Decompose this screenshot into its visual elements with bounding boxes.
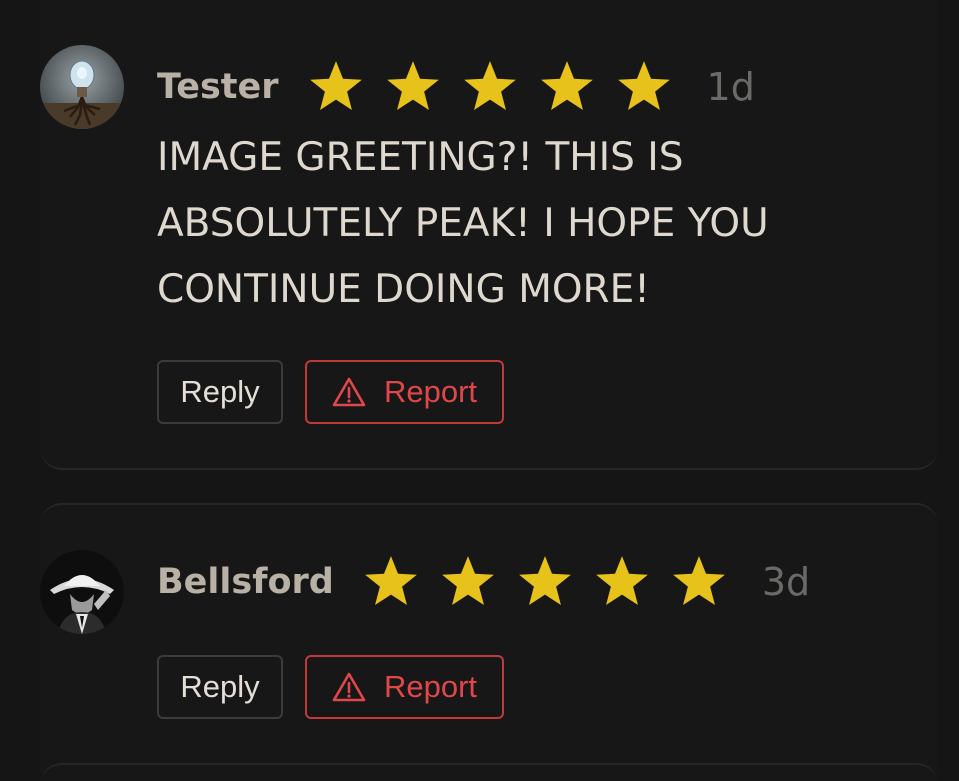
star-icon bbox=[461, 59, 519, 115]
star-icon bbox=[670, 554, 728, 610]
comment-card bbox=[40, 763, 938, 781]
report-button[interactable]: Report bbox=[305, 360, 504, 424]
star-icon bbox=[516, 554, 574, 610]
comment-actions: Reply Report bbox=[157, 655, 504, 719]
timestamp: 3d bbox=[761, 560, 811, 604]
star-rating bbox=[307, 59, 673, 115]
hat-figure-avatar-icon bbox=[40, 550, 124, 634]
comment-text: IMAGE GREETING?! THIS IS ABSOLUTELY PEAK… bbox=[157, 135, 769, 312]
user-avatar[interactable] bbox=[40, 45, 124, 129]
comment-card: Tester 1d IMAGE GREETING?! THIS IS ABSOL… bbox=[40, 0, 938, 470]
reply-label: Reply bbox=[180, 374, 260, 409]
star-icon bbox=[307, 59, 365, 115]
report-button[interactable]: Report bbox=[305, 655, 504, 719]
star-rating bbox=[362, 554, 728, 610]
comment-actions: Reply Report bbox=[157, 360, 504, 424]
star-icon bbox=[439, 554, 497, 610]
comment-header: Tester 1d bbox=[157, 57, 755, 117]
comment-header: Bellsford 3d bbox=[157, 552, 810, 612]
star-icon bbox=[538, 59, 596, 115]
warning-icon bbox=[332, 377, 366, 407]
reply-button[interactable]: Reply bbox=[157, 655, 283, 719]
user-avatar[interactable] bbox=[40, 550, 124, 634]
username[interactable]: Tester bbox=[157, 67, 279, 107]
star-icon bbox=[384, 59, 442, 115]
reply-button[interactable]: Reply bbox=[157, 360, 283, 424]
lightbulb-tree-avatar-icon bbox=[40, 45, 124, 129]
comment-list: Tester 1d IMAGE GREETING?! THIS IS ABSOL… bbox=[0, 0, 959, 781]
report-label: Report bbox=[383, 374, 478, 409]
username[interactable]: Bellsford bbox=[157, 562, 334, 602]
star-icon bbox=[615, 59, 673, 115]
report-label: Report bbox=[383, 669, 478, 704]
reply-label: Reply bbox=[180, 669, 260, 704]
warning-icon bbox=[332, 672, 366, 702]
star-icon bbox=[362, 554, 420, 610]
comment-card: Bellsford 3d Reply Report bbox=[40, 503, 938, 773]
timestamp: 1d bbox=[706, 65, 755, 109]
star-icon bbox=[593, 554, 651, 610]
